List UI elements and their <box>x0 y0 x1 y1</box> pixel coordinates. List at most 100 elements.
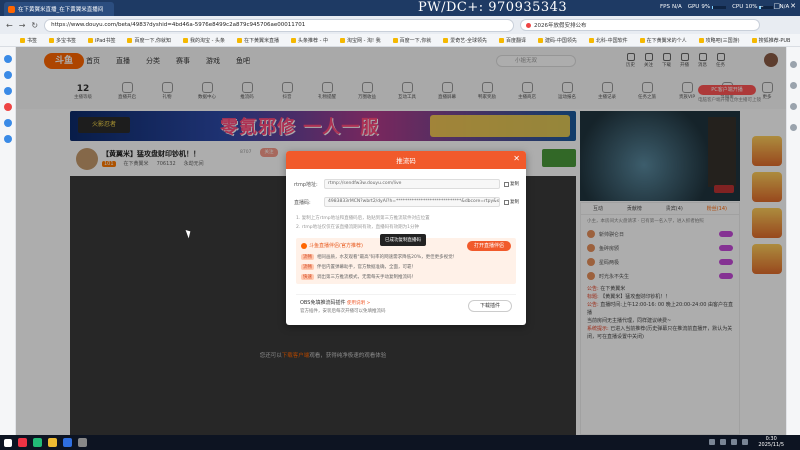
bookmark-item[interactable]: 百度一下,你就 <box>392 37 432 44</box>
bookmark-icon <box>340 37 346 43</box>
feature-text: 伴侣内置弹幕助手，官方数据准确，全面，可靠！ <box>317 265 416 270</box>
forward-icon[interactable]: → <box>19 21 26 30</box>
open-companion-button[interactable]: 打开直播伴侣 <box>467 241 511 251</box>
bookmark-item[interactable]: 在下黄翼米直播 <box>237 37 279 44</box>
gpu-value: 9% <box>701 4 711 10</box>
feature-text: 相同画质，水友观看"最高"码率的网速需求降低20%，更佳更多视觉！ <box>317 255 458 260</box>
modal-header: 推流码 ✕ <box>286 151 526 169</box>
maximize-icon[interactable]: □ <box>774 2 781 10</box>
stream-key-modal: 推流码 ✕ rtmp地址: rtmp://sendfw3w.douyu.com/… <box>286 151 526 325</box>
taskbar-app-icon[interactable] <box>63 438 72 447</box>
bookmark-icon <box>751 37 757 43</box>
stream-code-field: 直播码: 4983833rMCN?wbrt2/dyAl?h=**********… <box>294 197 519 207</box>
bookmark-icon <box>443 37 449 43</box>
bookmark-item[interactable]: 书签 <box>20 37 37 44</box>
bookmark-item[interactable]: 建码-中国领先 <box>538 37 577 44</box>
bookmark-item[interactable]: 多宝书签 <box>49 37 76 44</box>
bookmark-label: iPad书签 <box>95 37 116 44</box>
start-menu-icon[interactable] <box>4 438 12 447</box>
close-window-icon[interactable]: ✕ <box>790 2 796 10</box>
sidebar-app-icon[interactable] <box>3 55 12 63</box>
system-tray <box>709 439 748 445</box>
sidebar-tool-icon[interactable] <box>790 124 797 131</box>
bookmark-icon <box>88 37 94 43</box>
bookmark-icon <box>127 37 133 43</box>
bookmark-label: 我的淘宝 - 头条 <box>190 37 226 44</box>
bookmark-label: 百度一下,你就 <box>399 37 432 44</box>
code-label: 直播码: <box>294 199 311 206</box>
bookmark-icon <box>538 37 544 43</box>
sidebar-app-icon[interactable] <box>3 87 12 95</box>
address-bar: ← → ↻ https://www.douyu.com/beta/4983?dy… <box>0 16 800 34</box>
feature-tag: 快速 <box>301 274 314 280</box>
feature-line: 流畅 伴侣内置弹幕助手，官方数据准确，全面，可靠！ <box>301 264 416 270</box>
back-icon[interactable]: ← <box>6 21 13 30</box>
obs-title: OBS免填推流码插件 使用说明 > <box>300 300 371 306</box>
bookmark-label: 在下黄翼米的个人 <box>646 37 687 44</box>
bookmark-item[interactable]: 百度一下,你就知 <box>127 37 171 44</box>
tray-icon[interactable] <box>720 439 726 445</box>
taskbar-app-icon[interactable] <box>33 438 42 447</box>
refresh-icon[interactable]: ↻ <box>31 21 38 30</box>
bookmark-icon <box>499 37 505 43</box>
bookmark-icon <box>20 37 25 43</box>
cpu-value: 10% <box>745 4 758 10</box>
sidebar-tool-icon[interactable] <box>790 61 797 68</box>
douyu-icon <box>301 242 307 249</box>
sidebar-tool-icon[interactable] <box>790 82 797 89</box>
window-controls: – □ ✕ <box>760 2 796 10</box>
bookmark-item[interactable]: 百度翻译 <box>499 37 526 44</box>
tray-icon[interactable] <box>709 439 715 445</box>
tray-icon[interactable] <box>742 439 748 445</box>
bookmark-label: 书签 <box>27 37 38 44</box>
clock-date: 2025/11/5 <box>758 442 784 448</box>
download-plugin-button[interactable]: 下载插件 <box>468 300 512 312</box>
url-input[interactable]: https://www.douyu.com/beta/4983?dyshid=4… <box>44 18 515 32</box>
bookmark-item[interactable]: 北科-中国软件 <box>588 37 628 44</box>
taskbar-clock[interactable]: 0:30 2025/11/5 <box>758 436 784 448</box>
cpu-label: CPU <box>732 4 744 10</box>
watermark-text: PW/DC+: 970935343 <box>418 0 568 15</box>
obs-help-link[interactable]: 使用说明 > <box>347 301 370 306</box>
tray-icon[interactable] <box>731 439 737 445</box>
sidebar-app-icon[interactable] <box>3 103 12 111</box>
minimize-icon[interactable]: – <box>760 2 764 10</box>
feature-line: 快速 调出第三方推流模式，无需每天手动复制推流码！ <box>301 274 416 280</box>
bookmark-item[interactable]: 爱奇艺-全球领先 <box>443 37 487 44</box>
bookmark-label: 爱奇艺-全球领先 <box>450 37 488 44</box>
rtmp-field: rtmp地址: rtmp://sendfw3w.douyu.com/live 复… <box>294 179 519 189</box>
taskbar-app-icon[interactable] <box>18 438 27 447</box>
bookmarks-bar: 书签 多宝书签 iPad书签 百度一下,你就知 我的淘宝 - 头条 在下黄翼米直播 头条推荐… <box>0 34 800 47</box>
sidebar-app-icon[interactable] <box>3 119 12 127</box>
tip-1: 1. 复制上方rtmp地址和直播码后，粘贴到第三方推流软件对应位置 <box>296 216 430 221</box>
bookmark-label: 百度一下,你就知 <box>134 37 172 44</box>
browser-tab-active[interactable]: 在下黄翼米直播_在下黄翼米直播间 <box>4 2 114 16</box>
copy-rtmp-button[interactable]: 复制 <box>504 181 519 187</box>
bookmark-item[interactable]: 搜狐推荐-PUB <box>751 37 791 44</box>
bookmark-item[interactable]: 我的淘宝 - 头条 <box>183 37 225 44</box>
bookmark-label: 头条推荐 - 中 <box>298 37 329 44</box>
bookmark-item[interactable]: 头条推荐 - 中 <box>291 37 328 44</box>
sidebar-app-icon[interactable] <box>3 135 12 143</box>
sidebar-tool-icon[interactable] <box>790 103 797 110</box>
bookmark-item[interactable]: 在下黄翼米的个人 <box>639 37 687 44</box>
taskbar-app-icon[interactable] <box>78 438 87 447</box>
hot-dot-icon <box>526 22 531 28</box>
code-input[interactable]: 4983833rMCN?wbrt2/dyAl?h=***************… <box>324 197 500 207</box>
news-ticker[interactable]: 2026年放假安排公布 <box>520 19 760 31</box>
bookmark-icon <box>392 37 398 43</box>
close-icon[interactable]: ✕ <box>513 154 520 163</box>
bookmark-item[interactable]: iPad书签 <box>88 37 115 44</box>
bookmark-item[interactable]: 淘宝网 - 淘! 我 <box>340 37 381 44</box>
taskbar-app-icon[interactable] <box>48 438 57 447</box>
bookmark-icon <box>183 37 189 43</box>
sidebar-app-icon[interactable] <box>3 71 12 79</box>
companion-heading: 斗鱼直播伴侣(官方推荐) <box>301 242 363 249</box>
feature-tag: 流畅 <box>301 254 314 260</box>
bookmark-icon <box>237 37 243 43</box>
bookmark-item[interactable]: 攻略吧(三国游) <box>698 37 740 44</box>
copy-code-button[interactable]: 复制 <box>504 199 519 205</box>
news-text: 2026年放假安排公布 <box>534 23 587 29</box>
rtmp-input[interactable]: rtmp://sendfw3w.douyu.com/live <box>324 179 500 189</box>
bookmark-label: 百度翻译 <box>506 37 527 44</box>
